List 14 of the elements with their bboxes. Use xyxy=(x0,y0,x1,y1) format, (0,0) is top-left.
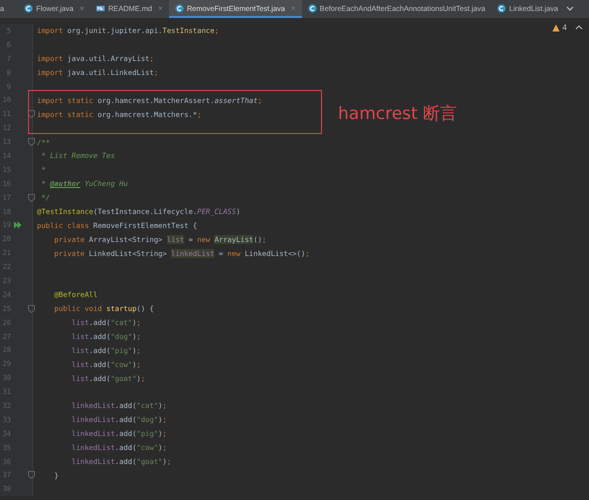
class-icon xyxy=(308,4,317,12)
annotation-label: hamcrest 断言 xyxy=(338,103,458,125)
class-icon xyxy=(174,4,184,12)
class-icon xyxy=(497,4,506,12)
class-icon xyxy=(24,4,34,12)
warning-icon[interactable] xyxy=(552,24,560,32)
fold-icon[interactable] xyxy=(28,304,35,313)
run-icon[interactable] xyxy=(14,221,22,230)
chevron-up-icon[interactable] xyxy=(575,24,583,30)
fold-icon[interactable] xyxy=(28,110,35,118)
fold-icon[interactable] xyxy=(28,471,35,480)
markdown-icon xyxy=(96,4,106,12)
fold-icon[interactable] xyxy=(28,138,35,146)
fold-icon[interactable] xyxy=(28,194,35,202)
